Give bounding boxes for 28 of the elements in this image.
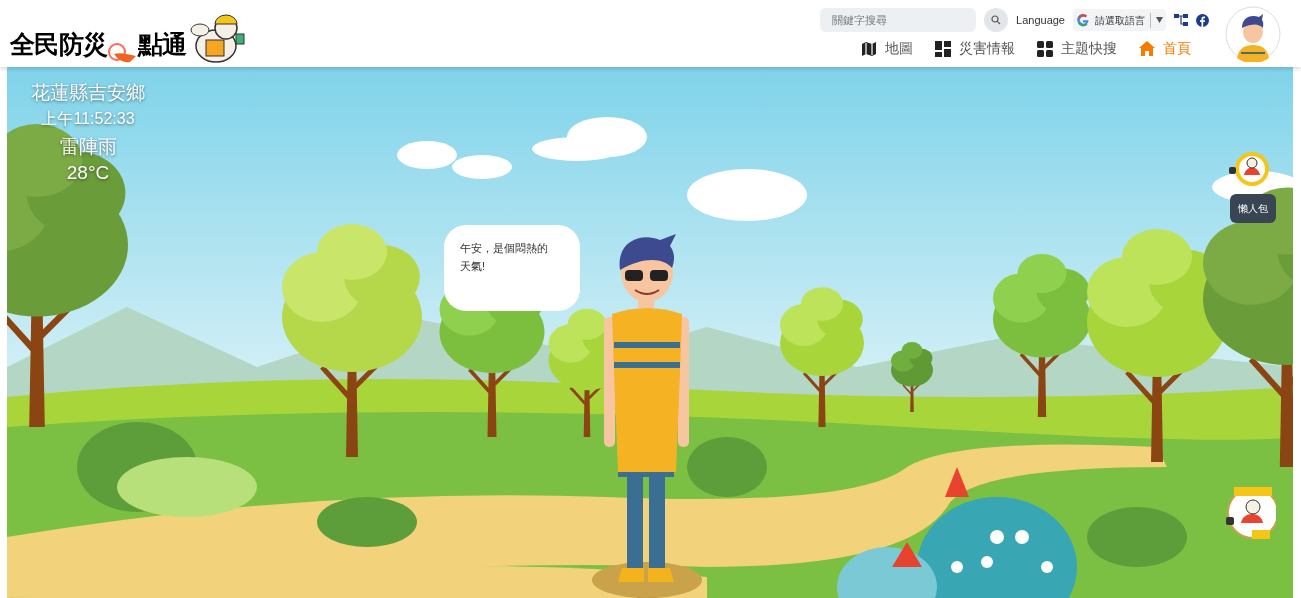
dropdown-caret-icon: [1156, 17, 1163, 23]
clock-text: 上午11:52:33: [41, 109, 135, 129]
language-dropdown[interactable]: 請選取語言: [1073, 9, 1166, 31]
search-field[interactable]: 關鍵字搜尋: [820, 8, 977, 32]
site-logo[interactable]: 全民防災 點通: [10, 11, 249, 64]
mascot-badge-icon[interactable]: [1226, 485, 1276, 541]
dashboard-icon: [935, 40, 951, 57]
map-icon: [861, 40, 877, 57]
home-icon: [1139, 41, 1155, 56]
language-label: Language: [1016, 12, 1065, 28]
nav-link[interactable]: 災害情報: [935, 38, 1015, 59]
nav-link[interactable]: 地圖: [861, 38, 913, 59]
g-logo-icon: [1076, 13, 1090, 27]
search-icon: [991, 15, 1002, 25]
mascot-badge-icon[interactable]: [1229, 151, 1269, 187]
search-button[interactable]: [984, 8, 1009, 32]
facebook-icon[interactable]: [1196, 13, 1209, 27]
sitemap-icon[interactable]: [1174, 14, 1188, 26]
location-text: 花蓮縣吉安鄉: [31, 81, 145, 105]
logo-text: 點通: [137, 29, 187, 60]
avatar-icon[interactable]: [1225, 5, 1281, 62]
info-pack-button[interactable]: 懶人包: [1230, 194, 1276, 223]
temperature-text: 28°C: [66, 161, 110, 185]
weather-text: 雷陣雨: [59, 135, 117, 159]
nav-link[interactable]: 主題快搜: [1037, 38, 1117, 59]
speech-bubble: 午安，是個悶熱的天氣!: [444, 225, 580, 311]
logo-text: 全民防災: [10, 29, 108, 60]
grid-icon: [1037, 40, 1053, 57]
